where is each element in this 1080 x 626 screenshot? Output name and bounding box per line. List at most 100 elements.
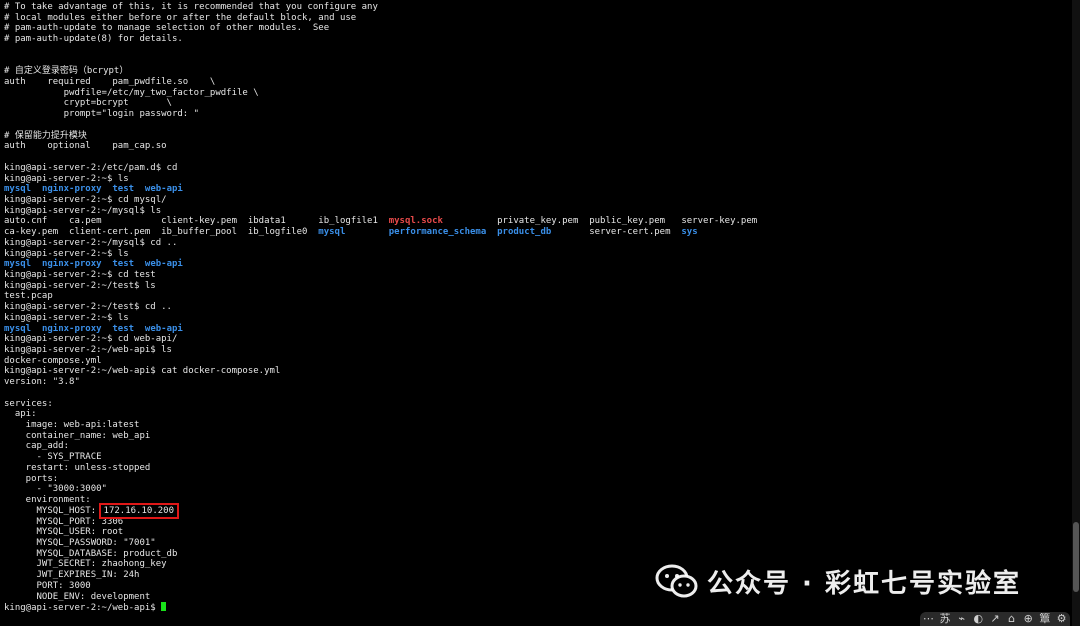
terminal-text: prompt="login password: ": [4, 109, 200, 120]
terminal-line: restart: unless-stopped: [4, 463, 1068, 474]
toolbar-button[interactable]: ⚙: [1055, 613, 1069, 625]
terminal-line: MYSQL_USER: root: [4, 527, 1068, 538]
terminal-line: services:: [4, 399, 1068, 410]
directory-name: mysql: [4, 184, 32, 195]
terminal-text: king@api-server-2:~$ ls: [4, 312, 129, 323]
terminal-line: mysql nginx-proxy test web-api: [4, 184, 1068, 195]
toolbar-button[interactable]: 苏: [938, 613, 952, 625]
terminal-line: docker-compose.yml: [4, 356, 1068, 367]
toolbar-button[interactable]: 簟: [1038, 613, 1052, 625]
terminal-text: king@api-server-2:~$ cd test: [4, 269, 156, 280]
terminal-text: # To take advantage of this, it is recom…: [4, 2, 378, 12]
terminal-line: MYSQL_PASSWORD: "7001": [4, 538, 1068, 549]
terminal-text: # pam-auth-update to manage selection of…: [4, 23, 330, 34]
terminal-line: mysql nginx-proxy test web-api: [4, 259, 1068, 270]
terminal-text: - "3000:3000": [4, 484, 107, 495]
terminal-text: version: "3.8": [4, 377, 80, 388]
terminal-line: # pam-auth-update to manage selection of…: [4, 23, 1068, 34]
toolbar-button[interactable]: ↗: [988, 613, 1002, 625]
terminal-line: king@api-server-2:/etc/pam.d$ cd: [4, 163, 1068, 174]
terminal-text: king@api-server-2:~$ cd mysql/: [4, 194, 167, 205]
scrollbar-thumb[interactable]: [1073, 522, 1079, 592]
directory-name: test: [112, 184, 135, 195]
terminal-text: services:: [4, 398, 53, 409]
directory-name: test: [112, 323, 135, 334]
directory-name: mysql: [4, 323, 32, 334]
terminal-text: auto.cnf ca.pem client-key.pem ibdata1 i…: [4, 216, 389, 227]
terminal-line: - "3000:3000": [4, 484, 1068, 495]
terminal-line: version: "3.8": [4, 377, 1068, 388]
terminal-line: king@api-server-2:~/mysql$ ls: [4, 206, 1068, 217]
terminal-line: cap_add:: [4, 441, 1068, 452]
terminal-text: MYSQL_PASSWORD: "7001": [4, 537, 156, 548]
terminal-line: auth required pam_pwdfile.so \: [4, 77, 1068, 88]
terminal-line: pwdfile=/etc/my_two_factor_pwdfile \: [4, 88, 1068, 99]
terminal-text: PORT: 3000: [4, 580, 91, 591]
terminal-line: api:: [4, 409, 1068, 420]
toolbar-button[interactable]: ◐: [971, 613, 985, 625]
terminal-line: ca-key.pem client-cert.pem ib_buffer_poo…: [4, 227, 1068, 238]
terminal-line: container_name: web_api: [4, 431, 1068, 442]
toolbar-button[interactable]: ⌂: [1005, 613, 1019, 625]
terminal-text: king@api-server-2:~/mysql$ cd ..: [4, 237, 178, 248]
terminal-text: JWT_EXPIRES_IN: 24h: [4, 570, 140, 581]
bottom-toolbar: ⋯ 苏 ⌁ ◐ ↗ ⌂ ⊕ 簟 ⚙: [920, 612, 1070, 626]
socket-file-name: mysql.sock: [388, 216, 443, 227]
toolbar-button[interactable]: ⊕: [1021, 613, 1035, 625]
directory-name: web-api: [144, 259, 183, 270]
terminal-text: container_name: web_api: [4, 430, 151, 441]
terminal-line: king@api-server-2:~$ ls: [4, 249, 1068, 260]
terminal-line: # local modules either before or after t…: [4, 13, 1068, 24]
toolbar-button[interactable]: ⌁: [955, 613, 969, 625]
terminal-line: crypt=bcrypt \: [4, 98, 1068, 109]
highlighted-value: 172.16.10.200: [98, 502, 180, 519]
terminal-output[interactable]: # To take advantage of this, it is recom…: [4, 2, 1068, 626]
terminal-text: MYSQL_USER: root: [4, 527, 124, 538]
terminal-text: # 保留能力提升模块: [4, 130, 87, 141]
terminal-text: image: web-api:latest: [4, 420, 140, 431]
directory-name: nginx-proxy: [41, 323, 102, 334]
terminal-text: auth optional pam_cap.so: [4, 141, 167, 152]
terminal-text: private_key.pem public_key.pem server-ke…: [442, 216, 758, 227]
toolbar-button[interactable]: ⋯: [921, 613, 935, 625]
terminal-line: prompt="login password: ": [4, 109, 1068, 120]
terminal-text: pwdfile=/etc/my_two_factor_pwdfile \: [4, 87, 259, 98]
terminal-text: restart: unless-stopped: [4, 462, 151, 473]
directory-name: performance_schema: [388, 227, 487, 238]
directory-name: product_db: [497, 227, 552, 238]
directory-name: test: [112, 259, 135, 270]
terminal-text: king@api-server-2:~/web-api$ ls: [4, 345, 172, 355]
terminal-line: - SYS_PTRACE: [4, 452, 1068, 463]
terminal-text: ca-key.pem client-cert.pem ib_buffer_poo…: [4, 227, 319, 238]
terminal-line: king@api-server-2:~/test$ ls: [4, 281, 1068, 292]
terminal-text: # 自定义登录密码（bcrypt）: [4, 66, 129, 77]
terminal-line: king@api-server-2:~/web-api$: [4, 602, 1068, 613]
directory-name: mysql: [318, 227, 346, 238]
terminal-line: MYSQL_HOST: 172.16.10.200: [4, 502, 1068, 519]
terminal-text: test.pcap: [4, 291, 53, 302]
terminal-line: king@api-server-2:~$ cd test: [4, 270, 1068, 281]
directory-name: web-api: [144, 184, 183, 195]
terminal-text: MYSQL_HOST:: [4, 505, 102, 516]
watermark-text: 公众号 · 彩虹七号实验室: [707, 568, 1021, 599]
terminal-line: king@api-server-2:~$ cd mysql/: [4, 195, 1068, 206]
terminal-text: JWT_SECRET: zhaohong_key: [4, 559, 167, 570]
terminal-scrollbar[interactable]: [1072, 0, 1080, 626]
terminal-text: auth required pam_pwdfile.so \: [4, 77, 216, 88]
terminal-line: test.pcap: [4, 291, 1068, 302]
terminal-line: MYSQL_DATABASE: product_db: [4, 549, 1068, 560]
terminal-text: # local modules either before or after t…: [4, 12, 357, 23]
terminal-line: # pam-auth-update(8) for details.: [4, 34, 1068, 45]
terminal-text: MYSQL_DATABASE: product_db: [4, 548, 178, 559]
